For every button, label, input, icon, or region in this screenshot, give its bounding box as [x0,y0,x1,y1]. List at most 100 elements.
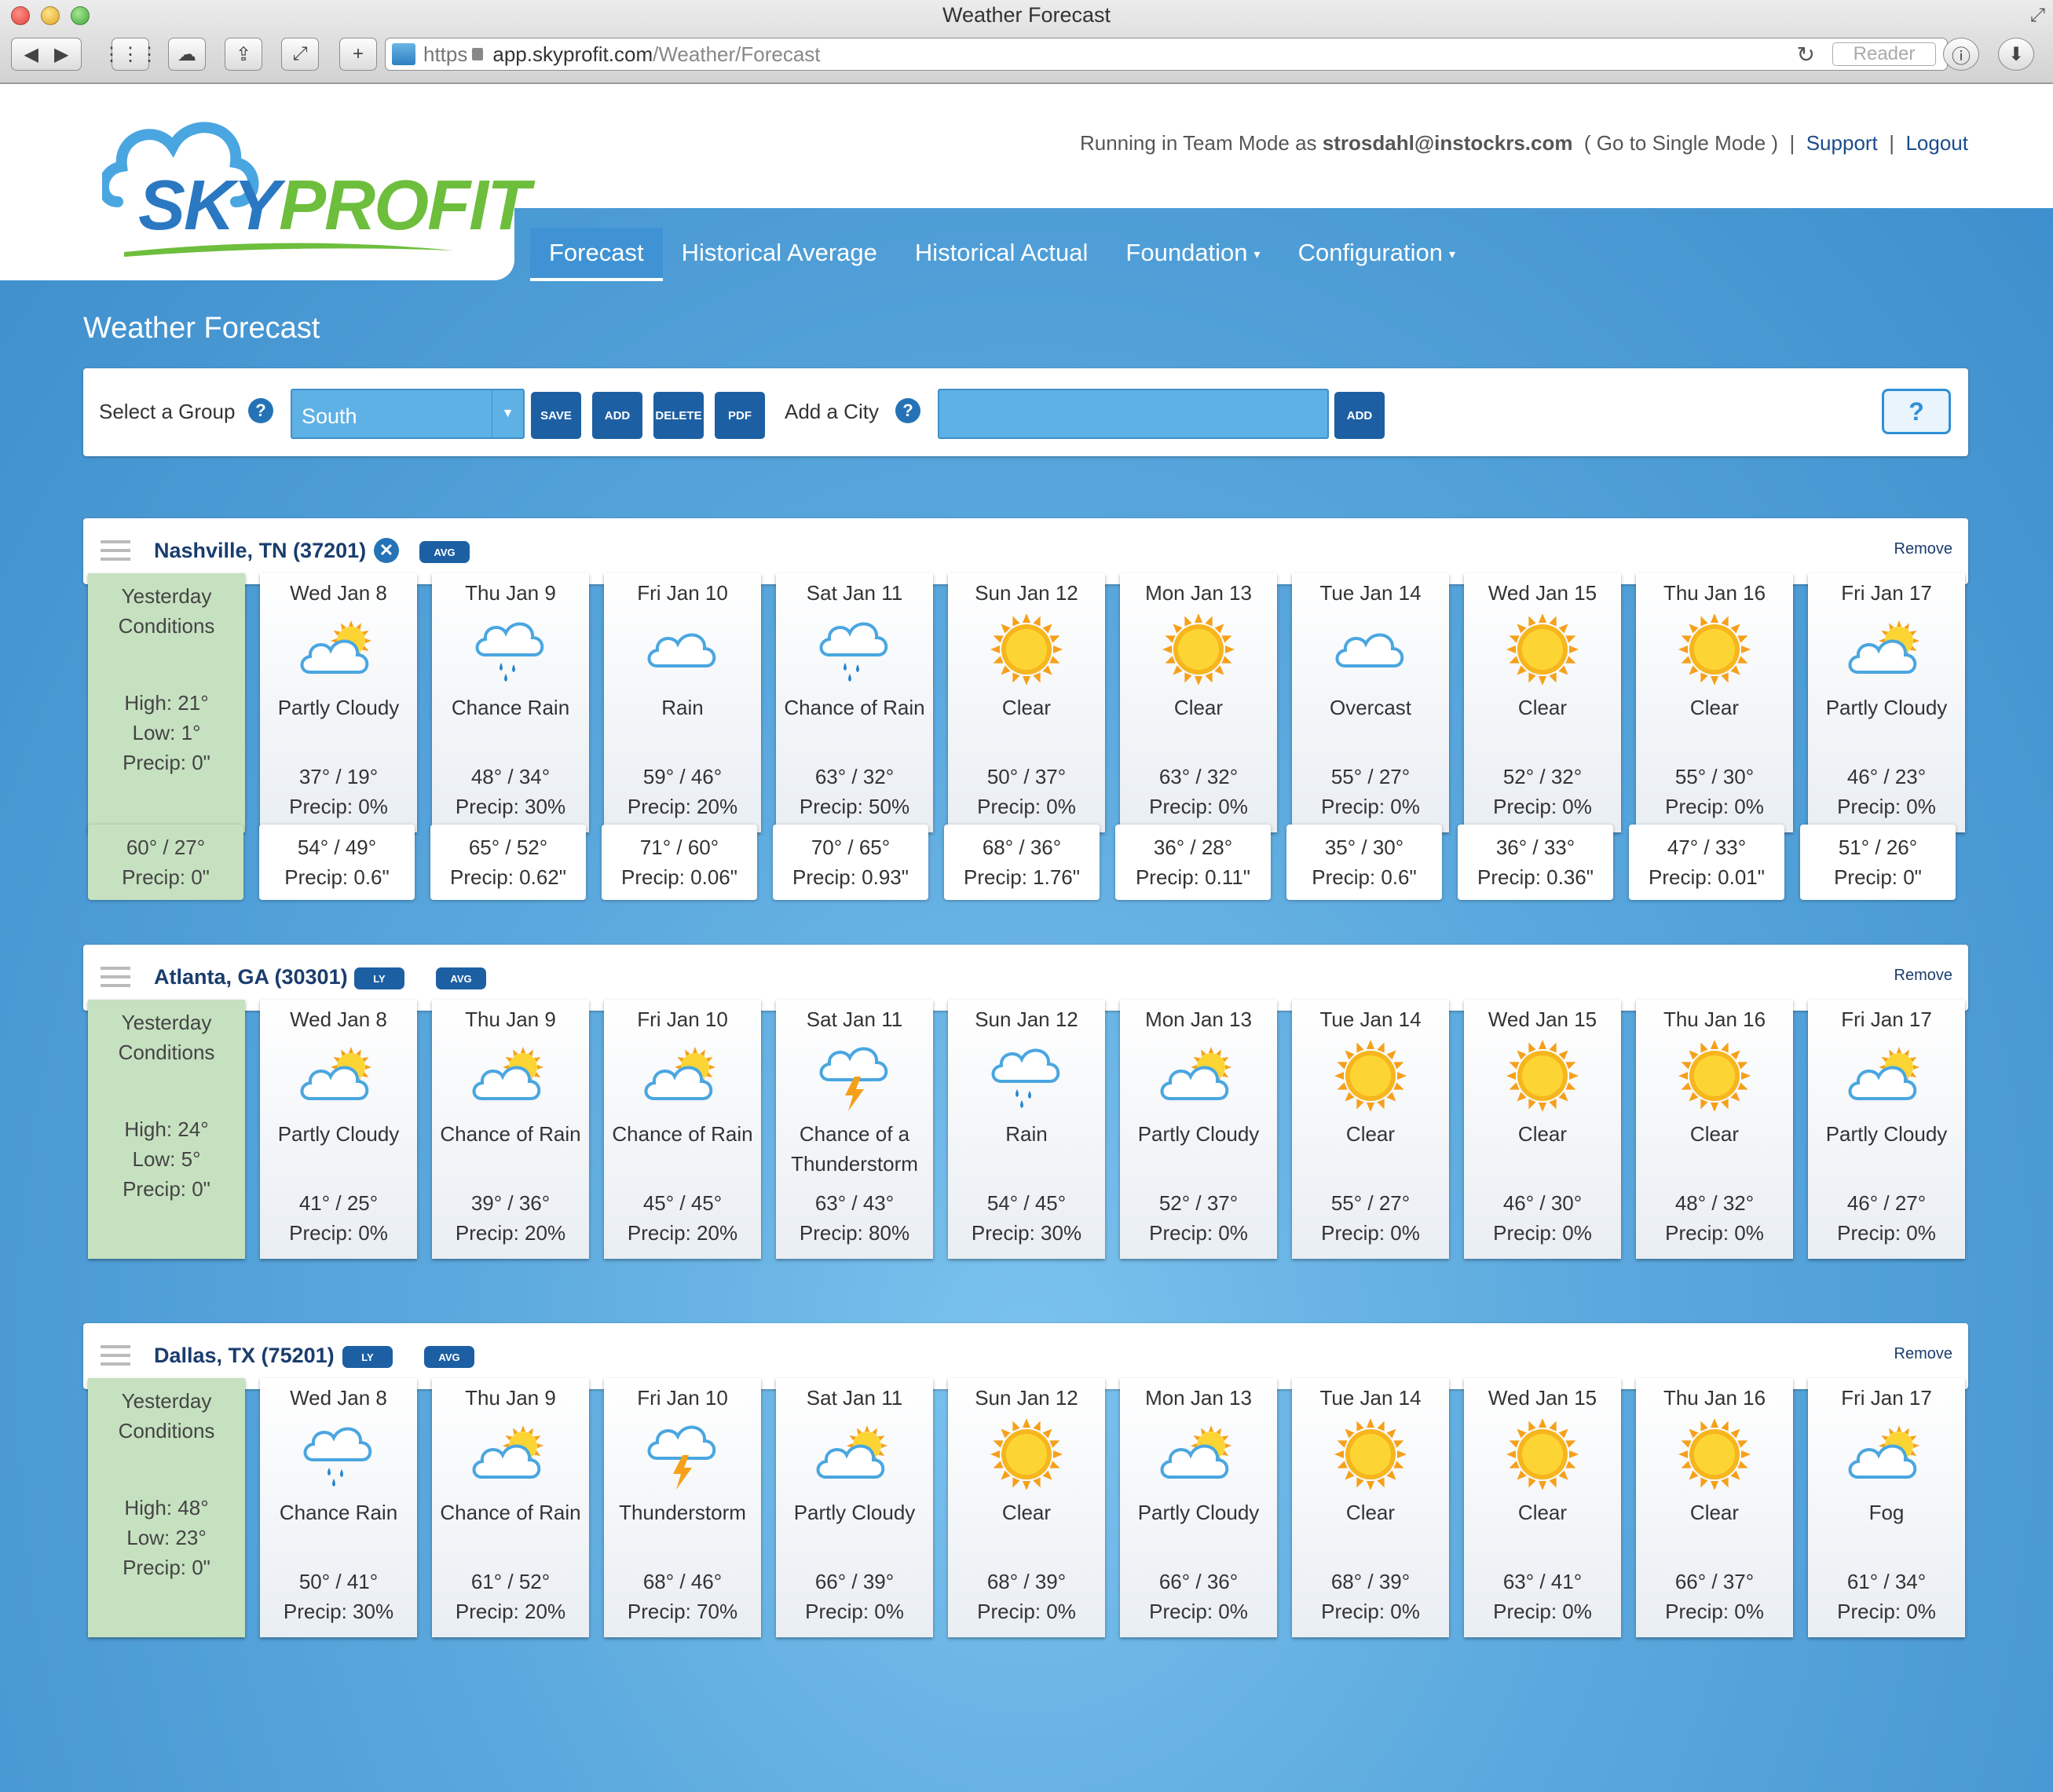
forecast-card[interactable]: Sat Jan 11 Chance of Rain 63° / 32° Precip… [776,573,933,832]
single-mode-link[interactable]: ( Go to Single Mode ) [1584,131,1778,155]
forecast-card[interactable]: Thu Jan 16 Clear 55° / 30° Precip: 0% [1636,573,1793,832]
city-help-icon[interactable]: ? [895,398,920,423]
forecast-temp: 61° / 34° [1846,1570,1927,1593]
forecast-card[interactable]: Fri Jan 17 Partly Cloudy 46° / 23° Precip:… [1808,573,1965,832]
downloads-button[interactable]: ⬇ [1998,38,2034,71]
reader-button[interactable]: Reader [1832,42,1936,66]
back-forward-buttons[interactable]: ◀ ▶ [11,38,82,71]
forecast-card[interactable]: Wed Jan 15 Clear 63° / 41° Precip: 0% [1464,1378,1621,1637]
forecast-condition: Partly Cloudy [1137,1122,1260,1146]
forecast-card[interactable]: Fri Jan 17 Partly Cloudy 46° / 27° Precip:… [1808,1000,1965,1259]
avg-button[interactable]: AVG [436,967,486,989]
forecast-card[interactable]: Fri Jan 10 Chance of Rain 45° / 45° Precip… [604,1000,761,1259]
logo[interactable]: SKYPROFIT [0,84,530,280]
forecast-card[interactable]: Thu Jan 16 Clear 48° / 32° Precip: 0% [1636,1000,1793,1259]
pdf-button[interactable]: PDF [715,392,765,439]
nav-historical-average[interactable]: Historical Average [663,228,896,281]
forecast-condition: Chance Rain [451,696,570,719]
forecast-card[interactable]: Thu Jan 16 Clear 66° / 37° Precip: 0% [1636,1378,1793,1637]
caret-down-icon: ▾ [1448,247,1456,261]
forecast-card[interactable]: Sat Jan 11 Partly Cloudy 66° / 39° Precip:… [776,1378,933,1637]
drag-handle-icon[interactable] [101,1345,130,1367]
forecast-condition: Chance of Rain [440,1501,581,1524]
forecast-condition: Chance of Rain [612,1122,753,1146]
back-arrow-icon[interactable]: ◀ [24,43,38,66]
address-bar[interactable]: https app.skyprofit.com /Weather/Forecas… [385,38,1948,71]
forecast-card[interactable]: Thu Jan 9 Chance of Rain 61° / 52° Precip:… [432,1378,589,1637]
add-city-input[interactable] [938,389,1329,439]
forecast-card[interactable]: Wed Jan 15 Clear 52° / 32° Precip: 0% [1464,573,1621,832]
forecast-day: Tue Jan 14 [1319,1386,1422,1410]
history-temp: 35° / 30° [1324,836,1404,859]
forecast-precip: Precip: 0% [289,1221,388,1245]
forward-arrow-icon[interactable]: ▶ [54,43,68,66]
yesterday-high: High: 48° [124,1496,209,1520]
remove-city-link[interactable]: Remove [1894,967,1952,985]
forecast-card[interactable]: Sun Jan 12 Clear 50° / 37° Precip: 0% [948,573,1105,832]
forecast-precip: Precip: 0% [805,1600,904,1623]
nav-foundation[interactable]: Foundation ▾ [1107,228,1279,281]
history-temp: 71° / 60° [639,836,719,859]
forecast-card[interactable]: Fri Jan 10 Thunderstorm 68° / 46° Precip: … [604,1378,761,1637]
forecast-card[interactable]: Mon Jan 13 Partly Cloudy 66° / 36° Precip:… [1120,1378,1277,1637]
icloud-tabs-button[interactable]: ☁ [168,38,206,71]
support-link[interactable]: Support [1806,131,1878,155]
forecast-condition: Clear [1001,696,1052,719]
drag-handle-icon[interactable] [101,540,130,562]
ly-button[interactable]: LY [342,1346,393,1368]
forecast-card[interactable]: Tue Jan 14 Overcast 55° / 27° Precip: 0% [1292,573,1449,832]
forecast-card[interactable]: Wed Jan 8 Partly Cloudy 37° / 19° Precip: … [260,573,417,832]
forecast-card[interactable]: Mon Jan 13 Clear 63° / 32° Precip: 0% [1120,573,1277,832]
forecast-card[interactable]: Sat Jan 11 Chance of a Thunderstorm 63° /… [776,1000,933,1259]
logout-link[interactable]: Logout [1905,131,1968,155]
avg-button[interactable]: AVG [419,541,470,563]
remove-filter-icon[interactable]: ✕ [374,538,399,563]
reload-icon[interactable]: ↻ [1797,42,1815,68]
forecast-card[interactable]: Tue Jan 14 Clear 55° / 27° Precip: 0% [1292,1000,1449,1259]
forecast-day: Thu Jan 16 [1663,581,1766,605]
avg-button[interactable]: AVG [424,1346,474,1368]
group-toolbar: Select a Group ? South ▼ SAVE ADD DELETE… [83,368,1968,456]
delete-group-button[interactable]: DELETE [653,392,704,439]
forecast-card[interactable]: Wed Jan 15 Clear 46° / 30° Precip: 0% [1464,1000,1621,1259]
forecast-card[interactable]: Sun Jan 12 Clear 68° / 39° Precip: 0% [948,1378,1105,1637]
history-precip: Precip: 0.36" [1477,865,1594,889]
forecast-condition: Chance of Rain [784,696,925,719]
save-group-button[interactable]: SAVE [531,392,581,439]
forecast-temp: 55° / 27° [1330,765,1411,788]
fullscreen-icon[interactable]: ⤢ [2030,5,2045,27]
nav-configuration[interactable]: Configuration ▾ [1279,228,1474,281]
forecast-card[interactable]: Sun Jan 12 Rain 54° / 45° Precip: 30% [948,1000,1105,1259]
city-name: Atlanta, GA (30301) [154,965,348,989]
forecast-temp: 54° / 45° [986,1191,1067,1215]
caret-down-icon: ▾ [1253,247,1261,261]
forecast-card[interactable]: Mon Jan 13 Partly Cloudy 52° / 37° Precip:… [1120,1000,1277,1259]
forecast-card[interactable]: Tue Jan 14 Clear 68° / 39° Precip: 0% [1292,1378,1449,1637]
group-help-icon[interactable]: ? [248,398,273,423]
forecast-card[interactable]: Thu Jan 9 Chance Rain 48° / 34° Precip: 30… [432,573,589,832]
remove-city-link[interactable]: Remove [1894,540,1952,558]
add-group-button[interactable]: ADD [592,392,642,439]
nav-historical-actual[interactable]: Historical Actual [896,228,1107,281]
top-sites-button[interactable]: ⋮⋮⋮ [102,38,159,71]
share-button[interactable]: ⇪ [225,38,262,71]
drag-handle-icon[interactable] [101,967,130,989]
forecast-card[interactable]: Wed Jan 8 Chance Rain 50° / 41° Precip: 30… [260,1378,417,1637]
downloads-info-button[interactable]: ⓘ [1943,38,1979,71]
partly-cloudy-icon [1159,1419,1238,1490]
legend-help-button[interactable]: ? [1882,389,1951,434]
forecast-card[interactable]: Fri Jan 10 Rain 59° / 46° Precip: 20% [604,573,761,832]
add-city-button[interactable]: ADD [1334,392,1385,439]
forecast-card[interactable]: Thu Jan 9 Chance of Rain 39° / 36° Precip:… [432,1000,589,1259]
group-select[interactable]: South ▼ [291,389,525,439]
new-tab-button[interactable]: + [339,38,377,71]
forecast-temp: 61° / 52° [470,1570,551,1593]
expand-button[interactable]: ⤢ [281,38,319,71]
remove-city-link[interactable]: Remove [1894,1345,1952,1363]
nav-forecast[interactable]: Forecast [530,228,663,281]
forecast-temp: 66° / 36° [1158,1570,1239,1593]
forecast-card[interactable]: Fri Jan 17 Fog 61° / 34° Precip: 0% [1808,1378,1965,1637]
ly-button[interactable]: LY [354,967,404,989]
forecast-condition: Partly Cloudy [793,1501,916,1524]
forecast-card[interactable]: Wed Jan 8 Partly Cloudy 41° / 25° Precip: … [260,1000,417,1259]
